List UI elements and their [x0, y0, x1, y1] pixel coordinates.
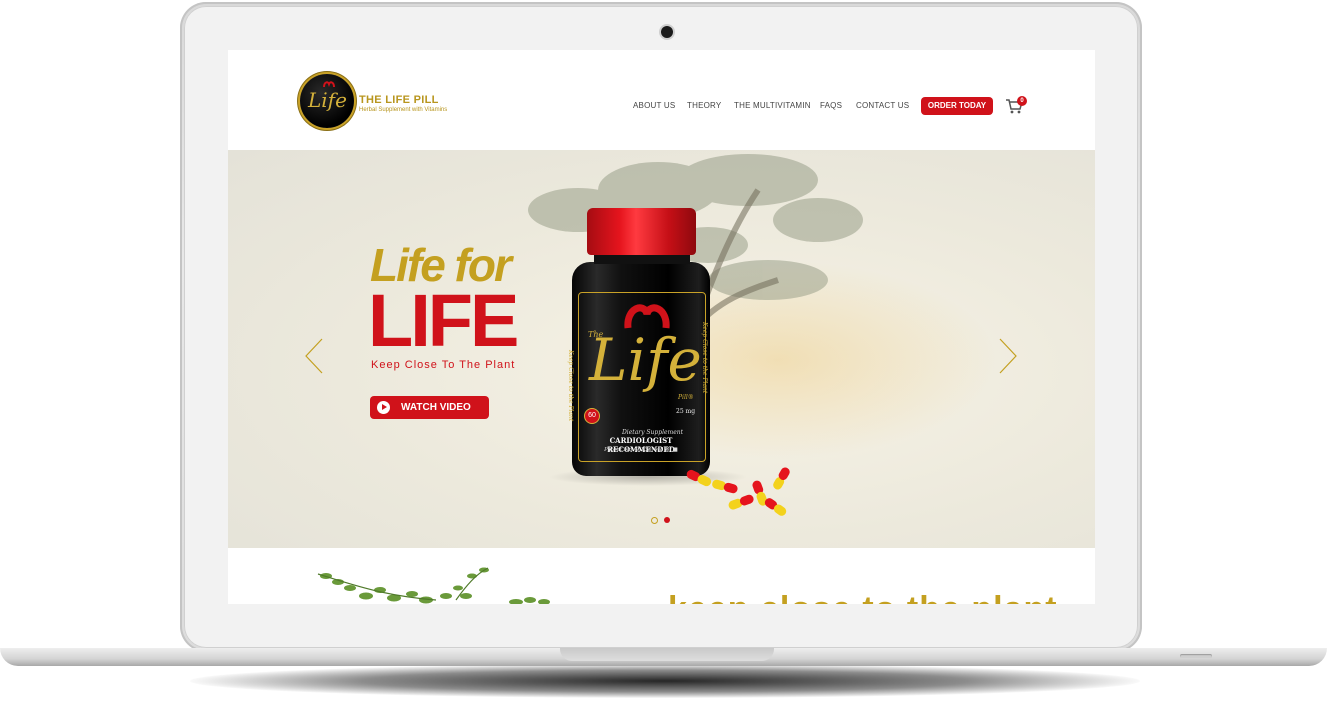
slider-prev-arrow[interactable]	[304, 338, 324, 374]
brand-title: THE LIFE PILL	[359, 94, 439, 106]
slider-dot-2[interactable]	[664, 517, 670, 523]
bottle-side-text-left: Keep Close to the Plant	[567, 350, 574, 422]
nav-about-us[interactable]: ABOUT US	[633, 101, 675, 110]
order-today-button[interactable]: ORDER TODAY	[921, 97, 993, 115]
website-screen: Life THE LIFE PILL Herbal Supplement wit…	[228, 50, 1095, 604]
nav-faqs[interactable]: FAQS	[820, 101, 842, 110]
bottle-neck	[594, 254, 690, 264]
nav-theory[interactable]: THEORY	[687, 101, 721, 110]
laptop-indicator-light	[1180, 654, 1212, 658]
slider-next-arrow[interactable]	[998, 338, 1018, 374]
bottle-dosage: 25 mg	[676, 408, 696, 415]
site-header: Life THE LIFE PILL Herbal Supplement wit…	[228, 50, 1095, 150]
count-badge: 60	[584, 408, 600, 424]
logo-text: Life	[308, 88, 347, 112]
bottle-pill-text: Pill®	[678, 394, 694, 401]
nav-contact-us[interactable]: CONTACT US	[856, 101, 909, 110]
laptop-shadow	[190, 664, 1140, 698]
laptop-notch	[560, 648, 774, 661]
hero-tagline: Keep Close To The Plant	[371, 359, 516, 371]
capsules-illustration	[686, 467, 790, 516]
bottle-cap	[587, 208, 696, 255]
nav-multivitamin[interactable]: THE MULTIVITAMIN	[734, 101, 811, 110]
cart-count-badge: 0	[1017, 96, 1027, 106]
leaves-illustration	[317, 567, 550, 604]
watch-video-button[interactable]: WATCH VIDEO	[370, 396, 489, 419]
hero-headline-main: LIFE	[368, 279, 519, 362]
bottle-dietary-text: Dietary Supplement	[622, 429, 684, 436]
hero-slider: Life for LIFE Keep Close To The Plant WA…	[228, 150, 1095, 548]
play-icon	[377, 401, 390, 414]
intro-section: keep close to the plant	[228, 548, 1095, 604]
watch-video-label: WATCH VIDEO	[401, 402, 471, 413]
bottle-life-text: Life	[589, 326, 702, 394]
site-logo[interactable]: Life	[300, 74, 354, 128]
brand-subtitle: Herbal Supplement with Vitamins	[359, 107, 448, 113]
bottle-patent-text: Patent No. 9,138,448 B1■	[604, 447, 678, 453]
bottle-side-text-right: Keep Close to the Plant	[701, 322, 708, 394]
heart-icon	[323, 81, 335, 88]
slider-dot-1[interactable]	[651, 517, 658, 524]
section-heading: keep close to the plant	[668, 590, 1058, 604]
webcam	[661, 26, 673, 38]
